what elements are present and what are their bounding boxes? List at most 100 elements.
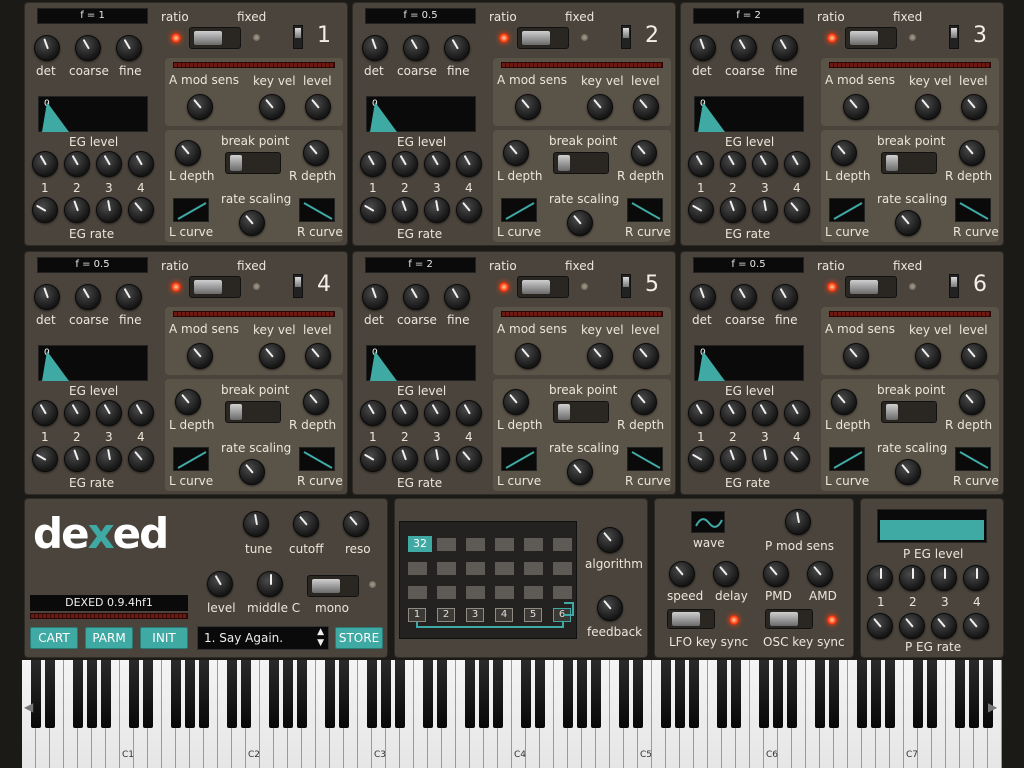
- black-key[interactable]: [325, 660, 335, 728]
- key-vel-knob[interactable]: [259, 94, 285, 120]
- black-key[interactable]: [535, 660, 545, 728]
- coarse-knob[interactable]: [731, 284, 757, 310]
- r-curve-display[interactable]: [299, 198, 335, 222]
- black-key[interactable]: [479, 660, 489, 728]
- l-curve-display[interactable]: [501, 447, 537, 471]
- black-key[interactable]: [633, 660, 643, 728]
- l-curve-display[interactable]: [173, 198, 209, 222]
- fine-knob[interactable]: [116, 35, 142, 61]
- level-knob[interactable]: [633, 94, 659, 120]
- l-curve-display[interactable]: [173, 447, 209, 471]
- rate-scaling-knob[interactable]: [567, 210, 593, 236]
- black-key[interactable]: [283, 660, 293, 728]
- eg-rate-knob-3[interactable]: [752, 197, 778, 223]
- level-knob[interactable]: [207, 571, 233, 597]
- level-knob[interactable]: [961, 94, 987, 120]
- keyboard-scroll-right-icon[interactable]: ▶: [988, 700, 997, 714]
- black-key[interactable]: [199, 660, 209, 728]
- black-key[interactable]: [563, 660, 573, 728]
- black-key[interactable]: [689, 660, 699, 728]
- r-depth-knob[interactable]: [303, 140, 329, 166]
- black-key[interactable]: [577, 660, 587, 728]
- black-key[interactable]: [171, 660, 181, 728]
- black-key[interactable]: [773, 660, 783, 728]
- mono-switch[interactable]: [307, 575, 359, 597]
- eg-level-knob-3[interactable]: [424, 151, 450, 177]
- eg-level-knob-4[interactable]: [128, 400, 154, 426]
- fine-knob[interactable]: [444, 35, 470, 61]
- rate-scaling-knob[interactable]: [895, 210, 921, 236]
- eg-level-knob-2[interactable]: [64, 400, 90, 426]
- algorithm-knob[interactable]: [597, 527, 623, 553]
- r-depth-knob[interactable]: [631, 140, 657, 166]
- r-curve-display[interactable]: [627, 447, 663, 471]
- black-key[interactable]: [241, 660, 251, 728]
- black-key[interactable]: [381, 660, 391, 728]
- black-key[interactable]: [101, 660, 111, 728]
- black-key[interactable]: [465, 660, 475, 728]
- eg-rate-knob-3[interactable]: [424, 197, 450, 223]
- eg-rate-knob-2[interactable]: [720, 446, 746, 472]
- eg-rate-knob-1[interactable]: [688, 197, 714, 223]
- a-mod-sens-knob[interactable]: [187, 343, 213, 369]
- parm-button[interactable]: PARM: [85, 627, 133, 649]
- eg-rate-knob-1[interactable]: [32, 197, 58, 223]
- ratio-fixed-switch[interactable]: [189, 276, 241, 298]
- operator-switch[interactable]: [621, 25, 631, 49]
- speed-knob[interactable]: [669, 561, 695, 587]
- eg-level-knob-3[interactable]: [424, 400, 450, 426]
- feedback-knob[interactable]: [597, 595, 623, 621]
- black-key[interactable]: [521, 660, 531, 728]
- fine-knob[interactable]: [444, 284, 470, 310]
- black-key[interactable]: [73, 660, 83, 728]
- r-curve-display[interactable]: [955, 447, 991, 471]
- level-knob[interactable]: [305, 343, 331, 369]
- middle-c-knob[interactable]: [257, 571, 283, 597]
- program-select[interactable]: 1. Say Again. ▲ ▼: [197, 626, 329, 650]
- r-depth-knob[interactable]: [631, 389, 657, 415]
- r-curve-display[interactable]: [299, 447, 335, 471]
- black-key[interactable]: [395, 660, 405, 728]
- black-key[interactable]: [591, 660, 601, 728]
- reso-knob[interactable]: [343, 511, 369, 537]
- init-button[interactable]: INIT: [140, 627, 188, 649]
- amd-knob[interactable]: [807, 561, 833, 587]
- l-depth-knob[interactable]: [831, 389, 857, 415]
- black-key[interactable]: [815, 660, 825, 728]
- black-key[interactable]: [787, 660, 797, 728]
- det-knob[interactable]: [690, 35, 716, 61]
- peg-level-knob-1[interactable]: [867, 565, 893, 591]
- lfo-key-sync-switch[interactable]: [667, 609, 715, 629]
- key-vel-knob[interactable]: [587, 94, 613, 120]
- coarse-knob[interactable]: [403, 284, 429, 310]
- black-key[interactable]: [969, 660, 979, 728]
- ratio-fixed-switch[interactable]: [189, 27, 241, 49]
- eg-rate-knob-2[interactable]: [392, 446, 418, 472]
- black-key[interactable]: [339, 660, 349, 728]
- l-depth-knob[interactable]: [175, 389, 201, 415]
- eg-rate-knob-4[interactable]: [784, 446, 810, 472]
- rate-scaling-knob[interactable]: [567, 459, 593, 485]
- key-vel-knob[interactable]: [587, 343, 613, 369]
- level-knob[interactable]: [961, 343, 987, 369]
- operator-switch[interactable]: [949, 25, 959, 49]
- break-point-slider[interactable]: [881, 152, 937, 174]
- a-mod-sens-knob[interactable]: [843, 94, 869, 120]
- rate-scaling-knob[interactable]: [239, 210, 265, 236]
- eg-level-knob-3[interactable]: [752, 151, 778, 177]
- rate-scaling-knob[interactable]: [239, 459, 265, 485]
- store-button[interactable]: STORE: [335, 627, 383, 649]
- black-key[interactable]: [143, 660, 153, 728]
- rate-scaling-knob[interactable]: [895, 459, 921, 485]
- l-depth-knob[interactable]: [175, 140, 201, 166]
- r-depth-knob[interactable]: [959, 389, 985, 415]
- black-key[interactable]: [857, 660, 867, 728]
- l-depth-knob[interactable]: [503, 389, 529, 415]
- l-curve-display[interactable]: [829, 447, 865, 471]
- l-curve-display[interactable]: [829, 198, 865, 222]
- peg-rate-knob-3[interactable]: [931, 613, 957, 639]
- break-point-slider[interactable]: [553, 152, 609, 174]
- eg-rate-knob-3[interactable]: [96, 446, 122, 472]
- a-mod-sens-knob[interactable]: [843, 343, 869, 369]
- black-key[interactable]: [885, 660, 895, 728]
